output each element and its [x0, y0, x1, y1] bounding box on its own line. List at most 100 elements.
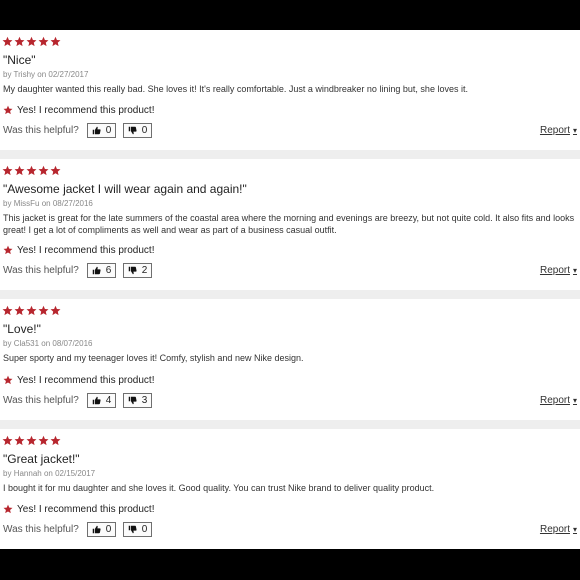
review-date: 08/07/2016 — [52, 339, 93, 348]
report-label: Report — [539, 524, 570, 535]
star-icon — [26, 305, 37, 316]
star-icon — [14, 165, 25, 176]
chevron-down-icon: ▾ — [572, 126, 577, 135]
recommend-text: Yes! I recommend this product! — [17, 374, 155, 386]
star-icon — [3, 375, 13, 385]
star-rating — [2, 435, 61, 449]
star-rating — [2, 165, 61, 179]
review-byline: by MissFu on 08/27/2016 — [3, 199, 93, 208]
recommend-line: Yes! I recommend this product! — [3, 104, 154, 116]
recommend-line: Yes! I recommend this product! — [3, 503, 154, 515]
star-icon — [50, 305, 61, 316]
review-card: "Great jacket!" by Hannah on 02/15/2017 … — [0, 429, 580, 549]
helpful-row: Was this helpful? 4 3 Report ▾ — [3, 393, 577, 409]
chevron-down-icon: ▾ — [572, 266, 577, 275]
on-label: on — [43, 469, 53, 478]
thumbs-down-icon — [128, 525, 137, 534]
on-label: on — [41, 199, 51, 208]
helpful-yes-count: 0 — [105, 524, 112, 535]
review-separator — [0, 150, 580, 159]
star-icon — [14, 305, 25, 316]
review-card: "Awesome jacket I will wear again and ag… — [0, 159, 580, 290]
thumbs-up-icon — [92, 126, 101, 135]
review-date: 02/15/2017 — [55, 469, 96, 478]
report-link[interactable]: Report ▾ — [540, 125, 577, 136]
star-icon — [26, 36, 37, 47]
helpful-label: Was this helpful? — [3, 524, 79, 535]
star-icon — [26, 435, 37, 446]
review-title: "Love!" — [3, 322, 41, 336]
review-date: 08/27/2016 — [52, 199, 93, 208]
helpful-yes-button[interactable]: 0 — [87, 522, 116, 537]
star-icon — [2, 36, 13, 47]
helpful-no-button[interactable]: 2 — [123, 263, 152, 278]
helpful-yes-count: 4 — [105, 395, 112, 406]
helpful-yes-count: 6 — [105, 265, 112, 276]
thumbs-down-icon — [128, 266, 137, 275]
helpful-no-button[interactable]: 3 — [123, 393, 152, 408]
helpful-no-button[interactable]: 0 — [123, 522, 152, 537]
by-label: by — [3, 469, 12, 478]
helpful-label: Was this helpful? — [3, 265, 79, 276]
recommend-text: Yes! I recommend this product! — [17, 503, 155, 515]
star-icon — [50, 165, 61, 176]
thumbs-down-icon — [128, 126, 137, 135]
review-body: This jacket is great for the late summer… — [3, 213, 575, 235]
report-label: Report — [539, 395, 570, 406]
star-icon — [2, 435, 13, 446]
review-author: Trishy — [13, 70, 36, 79]
helpful-no-count: 2 — [141, 265, 148, 276]
report-link[interactable]: Report ▾ — [540, 265, 577, 276]
star-icon — [3, 245, 13, 255]
helpful-no-count: 0 — [141, 524, 148, 535]
helpful-label: Was this helpful? — [3, 395, 79, 406]
report-link[interactable]: Report ▾ — [540, 524, 577, 535]
review-body: I bought it for mu daughter and she love… — [3, 483, 435, 493]
helpful-row: Was this helpful? 0 0 Report ▾ — [3, 522, 577, 538]
report-label: Report — [539, 265, 570, 276]
star-icon — [38, 305, 49, 316]
helpful-yes-button[interactable]: 6 — [87, 263, 116, 278]
recommend-text: Yes! I recommend this product! — [17, 104, 155, 116]
helpful-row: Was this helpful? 6 2 Report ▾ — [3, 263, 577, 279]
helpful-no-count: 3 — [141, 395, 148, 406]
review-byline: by Hannah on 02/15/2017 — [3, 469, 95, 478]
star-icon — [3, 105, 13, 115]
review-title: "Awesome jacket I will wear again and ag… — [3, 182, 247, 196]
review-title: "Nice" — [3, 53, 36, 67]
star-icon — [2, 165, 13, 176]
review-body: My daughter wanted this really bad. She … — [3, 84, 468, 94]
star-icon — [50, 435, 61, 446]
by-label: by — [3, 339, 12, 348]
star-icon — [14, 36, 25, 47]
by-label: by — [3, 199, 12, 208]
star-rating — [2, 36, 61, 50]
review-author: Cla531 — [13, 339, 40, 348]
review-card: "Nice" by Trishy on 02/27/2017 My daught… — [0, 30, 580, 150]
review-byline: by Cla531 on 08/07/2016 — [3, 339, 92, 348]
on-label: on — [37, 70, 47, 79]
star-icon — [38, 435, 49, 446]
star-icon — [14, 435, 25, 446]
review-body: Super sporty and my teenager loves it! C… — [3, 353, 304, 363]
by-label: by — [3, 70, 12, 79]
thumbs-down-icon — [128, 396, 137, 405]
thumbs-up-icon — [92, 396, 101, 405]
review-author: MissFu — [13, 199, 40, 208]
recommend-line: Yes! I recommend this product! — [3, 244, 154, 256]
on-label: on — [41, 339, 51, 348]
star-rating — [2, 305, 61, 319]
helpful-yes-button[interactable]: 4 — [87, 393, 116, 408]
star-icon — [38, 36, 49, 47]
report-link[interactable]: Report ▾ — [540, 395, 577, 406]
star-icon — [3, 504, 13, 514]
thumbs-up-icon — [92, 525, 101, 534]
helpful-row: Was this helpful? 0 0 Report ▾ — [3, 123, 577, 139]
review-author: Hannah — [13, 469, 42, 478]
star-icon — [2, 305, 13, 316]
helpful-yes-button[interactable]: 0 — [87, 123, 116, 138]
helpful-no-button[interactable]: 0 — [123, 123, 152, 138]
review-separator — [0, 290, 580, 299]
review-title: "Great jacket!" — [3, 452, 80, 466]
star-icon — [26, 165, 37, 176]
